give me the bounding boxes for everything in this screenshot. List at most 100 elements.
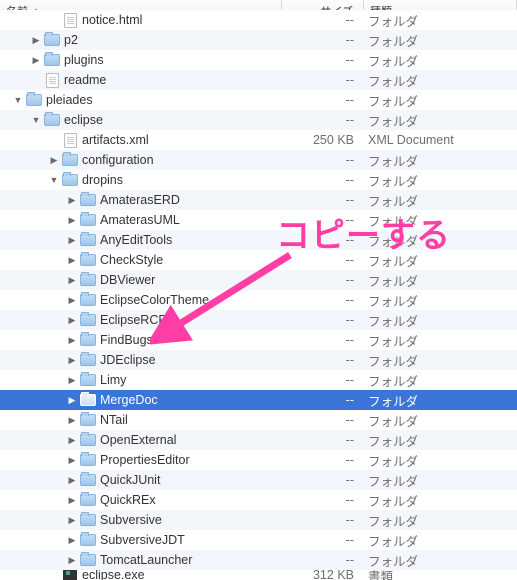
- kind-cell: フォルダ: [364, 31, 517, 50]
- disclosure-right-icon[interactable]: ▶: [66, 335, 78, 346]
- table-row[interactable]: ▶FindBugs--フォルダ: [0, 330, 517, 350]
- size-cell: 250 KB: [282, 133, 364, 147]
- table-row[interactable]: ▶EclipseRCP--フォルダ: [0, 310, 517, 330]
- table-row[interactable]: ▶EclipseColorTheme--フォルダ: [0, 290, 517, 310]
- file-name-label: plugins: [64, 53, 104, 67]
- table-row[interactable]: ▶artifacts.xml250 KBXML Document: [0, 130, 517, 150]
- folder-icon: [44, 32, 60, 48]
- name-cell: ▶eclipse.exe: [0, 570, 282, 580]
- table-row[interactable]: ▶configuration--フォルダ: [0, 150, 517, 170]
- table-row[interactable]: ▶AmaterasUML--フォルダ: [0, 210, 517, 230]
- table-row[interactable]: ▶notice.html--フォルダ: [0, 10, 517, 30]
- folder-icon: [80, 212, 96, 228]
- table-row[interactable]: ▶Limy--フォルダ: [0, 370, 517, 390]
- kind-cell: フォルダ: [364, 551, 517, 570]
- folder-icon: [80, 472, 96, 488]
- disclosure-right-icon[interactable]: ▶: [66, 475, 78, 486]
- table-row[interactable]: ▶plugins--フォルダ: [0, 50, 517, 70]
- disclosure-right-icon[interactable]: ▶: [30, 55, 42, 66]
- disclosure-right-icon[interactable]: ▶: [30, 35, 42, 46]
- disclosure-right-icon[interactable]: ▶: [66, 455, 78, 466]
- disclosure-right-icon[interactable]: ▶: [48, 155, 60, 166]
- table-row[interactable]: ▶eclipse.exe312 KB書類: [0, 570, 517, 580]
- size-cell: --: [282, 93, 364, 107]
- disclosure-right-icon[interactable]: ▶: [66, 415, 78, 426]
- size-cell: 312 KB: [282, 570, 364, 580]
- disclosure-right-icon[interactable]: ▶: [66, 235, 78, 246]
- kind-cell: XML Document: [364, 133, 517, 147]
- name-cell: ▼eclipse: [0, 112, 282, 128]
- file-icon: [62, 132, 78, 148]
- kind-cell: 書類: [364, 570, 517, 580]
- kind-cell: フォルダ: [364, 211, 517, 230]
- table-row[interactable]: ▶PropertiesEditor--フォルダ: [0, 450, 517, 470]
- table-row[interactable]: ▶QuickJUnit--フォルダ: [0, 470, 517, 490]
- folder-icon: [44, 112, 60, 128]
- disclosure-right-icon[interactable]: ▶: [66, 555, 78, 566]
- folder-icon: [26, 92, 42, 108]
- name-cell: ▼dropins: [0, 172, 282, 188]
- disclosure-down-icon[interactable]: ▼: [12, 95, 24, 105]
- folder-icon: [80, 312, 96, 328]
- table-row[interactable]: ▶JDEclipse--フォルダ: [0, 350, 517, 370]
- kind-cell: フォルダ: [364, 431, 517, 450]
- folder-icon: [62, 172, 78, 188]
- disclosure-right-icon[interactable]: ▶: [66, 535, 78, 546]
- disclosure-right-icon[interactable]: ▶: [66, 375, 78, 386]
- table-row[interactable]: ▶p2--フォルダ: [0, 30, 517, 50]
- folder-icon: [80, 352, 96, 368]
- table-row[interactable]: ▶AmaterasERD--フォルダ: [0, 190, 517, 210]
- size-cell: --: [282, 193, 364, 207]
- disclosure-down-icon[interactable]: ▼: [30, 115, 42, 125]
- file-name-label: EclipseRCP: [100, 313, 167, 327]
- file-icon: [62, 12, 78, 28]
- file-name-label: artifacts.xml: [82, 133, 149, 147]
- disclosure-right-icon[interactable]: ▶: [66, 395, 78, 406]
- disclosure-down-icon[interactable]: ▼: [48, 175, 60, 185]
- folder-icon: [80, 272, 96, 288]
- size-cell: --: [282, 153, 364, 167]
- file-name-label: SubversiveJDT: [100, 533, 185, 547]
- folder-icon: [44, 52, 60, 68]
- file-name-label: AmaterasERD: [100, 193, 180, 207]
- table-row[interactable]: ▼dropins--フォルダ: [0, 170, 517, 190]
- disclosure-right-icon[interactable]: ▶: [66, 255, 78, 266]
- disclosure-right-icon[interactable]: ▶: [66, 195, 78, 206]
- folder-icon: [80, 332, 96, 348]
- table-row[interactable]: ▶SubversiveJDT--フォルダ: [0, 530, 517, 550]
- kind-cell: フォルダ: [364, 271, 517, 290]
- name-cell: ▶OpenExternal: [0, 432, 282, 448]
- table-row[interactable]: ▶NTail--フォルダ: [0, 410, 517, 430]
- table-row[interactable]: ▶DBViewer--フォルダ: [0, 270, 517, 290]
- table-row[interactable]: ▼pleiades--フォルダ: [0, 90, 517, 110]
- disclosure-right-icon[interactable]: ▶: [66, 295, 78, 306]
- table-row[interactable]: ▶CheckStyle--フォルダ: [0, 250, 517, 270]
- kind-cell: フォルダ: [364, 491, 517, 510]
- table-row[interactable]: ▶OpenExternal--フォルダ: [0, 430, 517, 450]
- disclosure-right-icon[interactable]: ▶: [66, 315, 78, 326]
- table-row[interactable]: ▶Subversive--フォルダ: [0, 510, 517, 530]
- name-cell: ▶ SubversiveJDT: [0, 532, 282, 548]
- disclosure-right-icon[interactable]: ▶: [66, 515, 78, 526]
- size-cell: --: [282, 233, 364, 247]
- disclosure-right-icon[interactable]: ▶: [66, 275, 78, 286]
- disclosure-right-icon[interactable]: ▶: [66, 215, 78, 226]
- size-cell: --: [282, 513, 364, 527]
- table-row[interactable]: ▶AnyEditTools--フォルダ: [0, 230, 517, 250]
- kind-cell: フォルダ: [364, 411, 517, 430]
- table-row[interactable]: ▶TomcatLauncher--フォルダ: [0, 550, 517, 570]
- table-row[interactable]: ▶QuickREx--フォルダ: [0, 490, 517, 510]
- name-cell: ▶ p2: [0, 32, 282, 48]
- table-row[interactable]: ▼eclipse--フォルダ: [0, 110, 517, 130]
- table-row[interactable]: ▶MergeDoc--フォルダ: [0, 390, 517, 410]
- executable-icon: [62, 570, 78, 580]
- kind-cell: フォルダ: [364, 371, 517, 390]
- file-name-label: p2: [64, 33, 78, 47]
- kind-cell: フォルダ: [364, 11, 517, 30]
- folder-icon: [80, 492, 96, 508]
- disclosure-right-icon[interactable]: ▶: [66, 355, 78, 366]
- table-row[interactable]: ▶readme--フォルダ: [0, 70, 517, 90]
- name-cell: ▶TomcatLauncher: [0, 552, 282, 568]
- size-cell: --: [282, 13, 364, 27]
- disclosure-right-icon[interactable]: ▶: [66, 435, 78, 446]
